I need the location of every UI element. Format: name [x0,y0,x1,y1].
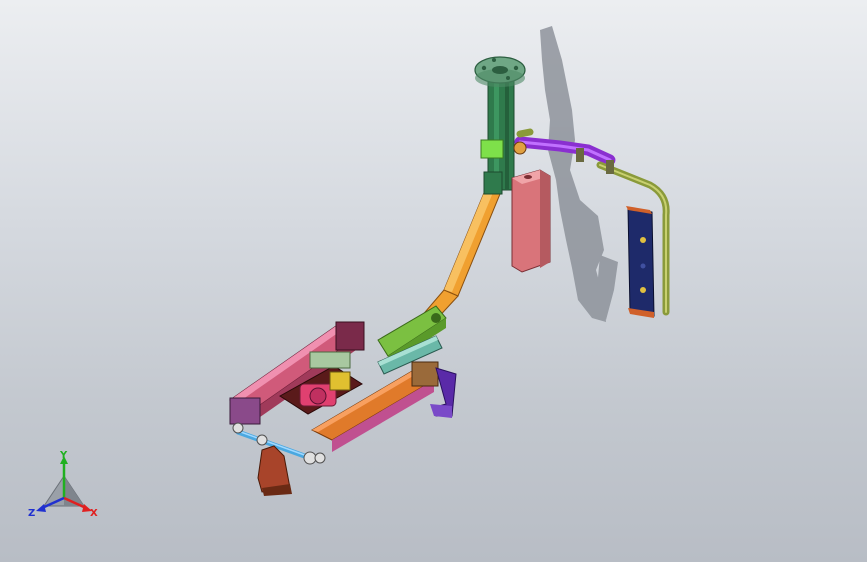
z-axis-label: Z [28,508,35,519]
navy-plate[interactable] [626,206,655,318]
cad-model-scene[interactable] [0,0,867,562]
plate-hole-top [640,237,646,243]
y-axis-label: Y [59,450,68,461]
pink-block[interactable] [511,169,551,273]
plate-hole-bottom [640,287,646,293]
x-axis-label: X [90,508,98,519]
vertical-column[interactable] [474,56,526,191]
column-tag[interactable] [480,139,504,159]
orange-arm[interactable] [419,171,503,323]
axis-triad[interactable]: Y X Z [24,448,104,524]
3d-viewport[interactable]: Y X Z [0,0,867,562]
brown-foot[interactable] [257,445,292,496]
